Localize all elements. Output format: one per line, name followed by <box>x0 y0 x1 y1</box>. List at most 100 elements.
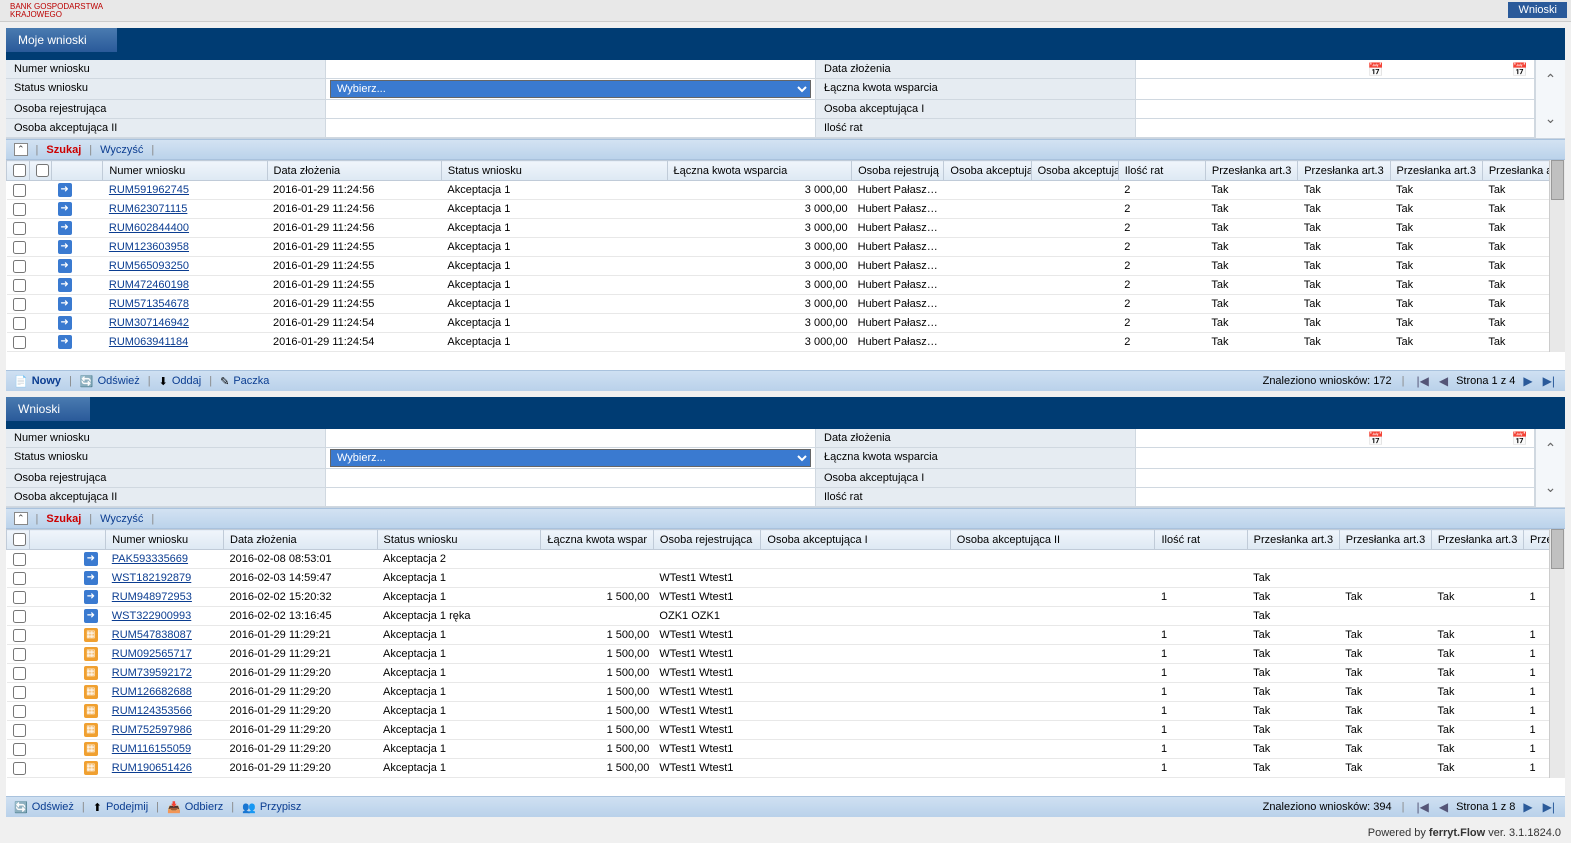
row-checkbox[interactable] <box>13 222 26 235</box>
vertical-scrollbar[interactable] <box>1549 160 1565 352</box>
column-header[interactable]: Przesłanka art.3 <box>1298 161 1390 181</box>
column-header[interactable] <box>52 161 103 181</box>
column-header[interactable]: Osoba rejestrująca <box>653 530 760 550</box>
row-checkbox[interactable] <box>13 762 26 775</box>
field-laczna-kwota[interactable] <box>1136 448 1535 469</box>
row-checkbox[interactable] <box>13 591 26 604</box>
column-header[interactable]: Przesłanka art.3 <box>1205 161 1297 181</box>
podejmij-button[interactable]: Podejmij <box>106 801 148 813</box>
column-header[interactable]: Data złożenia <box>267 161 441 181</box>
szukaj-button[interactable]: Szukaj <box>46 144 81 156</box>
pager-first-icon[interactable]: |◀ <box>1414 800 1430 814</box>
wniosek-link[interactable]: RUM307146942 <box>109 317 189 329</box>
table-row[interactable]: ➜ WST322900993 2016-02-02 13:16:45 Akcep… <box>7 607 1565 626</box>
wniosek-link[interactable]: RUM126682688 <box>112 686 192 698</box>
field-status-wniosku[interactable]: Wybierz... <box>326 79 816 100</box>
column-header[interactable]: Ilość rat <box>1118 161 1205 181</box>
odbierz-button[interactable]: Odbierz <box>185 801 224 813</box>
pager-last-icon[interactable]: ▶| <box>1541 800 1557 814</box>
column-header[interactable]: Osoba rejestrują <box>852 161 944 181</box>
field-data-zlozenia[interactable]: 📅 📅 <box>1136 429 1535 448</box>
przypisz-button[interactable]: Przypisz <box>260 801 302 813</box>
column-header[interactable]: Numer wniosku <box>103 161 267 181</box>
field-osoba-rej[interactable] <box>326 469 816 488</box>
nowy-button[interactable]: Nowy <box>32 375 61 387</box>
table-row[interactable]: ➜ PAK593335669 2016-02-08 08:53:01 Akcep… <box>7 550 1565 569</box>
wyczysc-button[interactable]: Wyczyść <box>100 513 143 525</box>
pager-first-icon[interactable]: |◀ <box>1414 374 1430 388</box>
field-osoba-rej[interactable] <box>326 100 816 119</box>
column-header[interactable]: Status wniosku <box>441 161 667 181</box>
column-header[interactable] <box>7 161 30 181</box>
pager-prev-icon[interactable]: ◀ <box>1437 374 1450 388</box>
table-row[interactable]: ➜ RUM063941184 2016-01-29 11:24:54 Akcep… <box>7 333 1565 352</box>
column-header[interactable]: Osoba akceptują <box>944 161 1031 181</box>
table-row[interactable]: ▦ RUM116155059 2016-01-29 11:29:20 Akcep… <box>7 740 1565 759</box>
calendar-icon[interactable]: 📅 <box>1512 431 1528 447</box>
wniosek-link[interactable]: RUM739592172 <box>112 667 192 679</box>
row-checkbox[interactable] <box>13 336 26 349</box>
column-header[interactable]: Ilość rat <box>1155 530 1247 550</box>
odswiez-button[interactable]: Odśwież <box>98 375 140 387</box>
wniosek-link[interactable]: RUM565093250 <box>109 260 189 272</box>
row-checkbox[interactable] <box>13 648 26 661</box>
field-data-zlozenia[interactable]: 📅 📅 <box>1136 60 1535 79</box>
table-row[interactable]: ➜ RUM602844400 2016-01-29 11:24:56 Akcep… <box>7 219 1565 238</box>
row-checkbox[interactable] <box>13 705 26 718</box>
row-checkbox[interactable] <box>13 629 26 642</box>
wniosek-link[interactable]: RUM591962745 <box>109 184 189 196</box>
row-checkbox[interactable] <box>13 241 26 254</box>
column-header[interactable]: Osoba akceptująca II <box>950 530 1155 550</box>
wniosek-link[interactable]: WST322900993 <box>112 610 192 622</box>
pager-prev-icon[interactable]: ◀ <box>1437 800 1450 814</box>
horizontal-scrollbar[interactable] <box>6 778 1565 796</box>
table-row[interactable]: ➜ RUM948972953 2016-02-02 15:20:32 Akcep… <box>7 588 1565 607</box>
field-laczna-kwota[interactable] <box>1136 79 1535 100</box>
table-row[interactable]: ➜ RUM123603958 2016-01-29 11:24:55 Akcep… <box>7 238 1565 257</box>
wniosek-link[interactable]: RUM063941184 <box>109 336 188 348</box>
column-header[interactable]: Przesłanka art.3 <box>1431 530 1523 550</box>
table-row[interactable]: ➜ RUM307146942 2016-01-29 11:24:54 Akcep… <box>7 314 1565 333</box>
field-osoba-akc2[interactable] <box>326 119 816 138</box>
expand-up-icon[interactable]: ⌃ <box>1545 71 1557 88</box>
wniosek-link[interactable]: RUM602844400 <box>109 222 189 234</box>
field-numer-wniosku[interactable] <box>326 429 816 448</box>
wniosek-link[interactable]: RUM571354678 <box>109 298 189 310</box>
column-header[interactable]: Osoba akceptują <box>1031 161 1118 181</box>
field-numer-wniosku[interactable] <box>326 60 816 79</box>
table-row[interactable]: ▦ RUM092565717 2016-01-29 11:29:21 Akcep… <box>7 645 1565 664</box>
collapse-icon[interactable]: ⌃ <box>14 143 28 156</box>
wniosek-link[interactable]: RUM472460198 <box>109 279 189 291</box>
row-checkbox[interactable] <box>13 260 26 273</box>
select-all-checkbox[interactable] <box>13 164 26 177</box>
field-ilosc-rat[interactable] <box>1136 488 1535 507</box>
column-header[interactable] <box>29 161 52 181</box>
pager-next-icon[interactable]: ▶ <box>1521 800 1534 814</box>
row-checkbox[interactable] <box>13 610 26 623</box>
wniosek-link[interactable]: RUM092565717 <box>112 648 192 660</box>
wniosek-link[interactable]: PAK593335669 <box>112 553 188 565</box>
calendar-icon[interactable]: 📅 <box>1368 62 1384 78</box>
select-all-checkbox[interactable] <box>13 533 26 546</box>
column-header[interactable] <box>7 530 30 550</box>
field-ilosc-rat[interactable] <box>1136 119 1535 138</box>
row-checkbox[interactable] <box>13 184 26 197</box>
column-header[interactable] <box>29 530 106 550</box>
wnioski-button[interactable]: Wnioski <box>1508 2 1567 18</box>
expand-down-icon[interactable]: ⌄ <box>1545 110 1557 127</box>
paczka-button[interactable]: Paczka <box>233 375 269 387</box>
wniosek-link[interactable]: RUM190651426 <box>112 762 192 774</box>
table-row[interactable]: ▦ RUM752597986 2016-01-29 11:29:20 Akcep… <box>7 721 1565 740</box>
row-checkbox[interactable] <box>13 298 26 311</box>
column-header[interactable]: Łączna kwota wspar <box>541 530 654 550</box>
row-checkbox[interactable] <box>13 572 26 585</box>
column-header[interactable]: Łączna kwota wsparcia <box>667 161 852 181</box>
column-header[interactable]: Przesłanka art.3 <box>1390 161 1482 181</box>
oddaj-button[interactable]: Oddaj <box>172 375 201 387</box>
wniosek-link[interactable]: RUM116155059 <box>112 743 191 755</box>
pager-next-icon[interactable]: ▶ <box>1521 374 1534 388</box>
horizontal-scrollbar[interactable] <box>6 352 1565 370</box>
field-osoba-akc1[interactable] <box>1136 469 1535 488</box>
odswiez-button[interactable]: Odśwież <box>32 801 74 813</box>
wniosek-link[interactable]: RUM752597986 <box>112 724 192 736</box>
